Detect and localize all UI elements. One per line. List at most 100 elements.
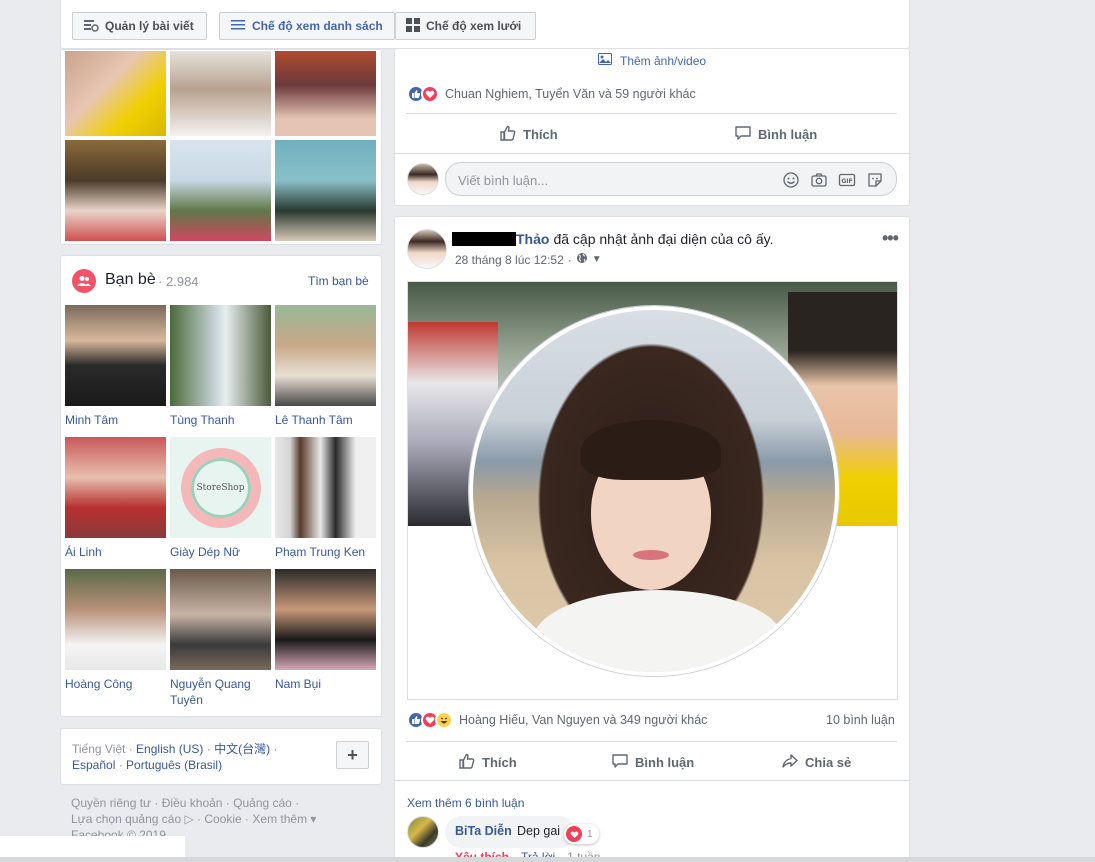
post1-like-button[interactable]: Thích	[499, 124, 558, 145]
friend-name[interactable]: Lê Thanh Tâm	[275, 412, 375, 428]
post2-like-button[interactable]: Thích	[458, 752, 517, 773]
haha-reaction-icon	[435, 711, 453, 729]
list-view-label: Chế độ xem danh sách	[252, 19, 383, 33]
post2-meta: 28 tháng 8 lúc 12:52 · ▼	[455, 252, 602, 267]
comment-icon	[734, 124, 752, 145]
footer-ads[interactable]: Quảng cáo	[233, 796, 292, 810]
commenter-avatar[interactable]	[407, 816, 439, 848]
photo-3[interactable]	[275, 51, 376, 136]
post2-timestamp[interactable]: 28 tháng 8 lúc 12:52	[455, 253, 564, 267]
photo-1[interactable]	[65, 51, 166, 136]
post2-share-button[interactable]: Chia sẻ	[781, 752, 851, 773]
photo-5[interactable]	[170, 140, 271, 241]
friend-name[interactable]: Phạm Trung Ken	[275, 544, 375, 560]
footer-privacy[interactable]: Quyền riêng tư	[71, 796, 151, 810]
comment-reaction-count: 1	[587, 828, 593, 840]
language-current: Tiếng Việt	[72, 742, 126, 756]
language-option[interactable]: Español	[72, 758, 115, 772]
privacy-caret-icon[interactable]: ▼	[592, 254, 602, 265]
friend-photo-4[interactable]	[65, 437, 166, 538]
grid-view-label: Chế độ xem lưới	[426, 19, 522, 33]
post1-like-label: Thích	[523, 127, 558, 142]
post2-comment-button[interactable]: Bình luận	[611, 752, 694, 773]
language-option[interactable]: 中文(台灣)	[214, 742, 270, 756]
post2-author-name[interactable]: Thảo	[516, 231, 549, 247]
user-avatar[interactable]	[407, 163, 439, 195]
photo-6[interactable]	[275, 140, 376, 241]
grid-view-button[interactable]: Chế độ xem lưới	[395, 12, 536, 40]
manage-posts-button[interactable]: Quản lý bài viết	[72, 12, 207, 40]
post2-reactions[interactable]: Hoàng Hiếu, Van Nguyen và 349 người khác	[407, 711, 707, 729]
camera-icon[interactable]	[810, 171, 828, 192]
thumbs-up-icon	[458, 752, 476, 773]
post2-divider-1	[406, 741, 897, 742]
post1-comment-label: Bình luận	[758, 127, 818, 142]
comment-icon	[611, 752, 629, 773]
post1-reactions[interactable]: Chuan Nghiem, Tuyển Văn và 59 người khác	[407, 85, 696, 103]
store-text: StoreShop	[196, 482, 245, 493]
friend-name[interactable]: Giày Dép Nữ	[170, 544, 270, 560]
list-view-button[interactable]: Chế độ xem danh sách	[219, 12, 395, 40]
friend-name[interactable]: Hoàng Công	[65, 676, 165, 692]
post2-divider-2	[395, 780, 909, 781]
store-wreath: StoreShop	[180, 447, 261, 528]
footer-cookies[interactable]: Cookie	[204, 812, 241, 826]
emoji-icon[interactable]	[782, 171, 800, 192]
post1-comment-button[interactable]: Bình luận	[734, 124, 817, 145]
bottom-grey-bar	[0, 857, 1095, 862]
friend-photo-2[interactable]	[170, 305, 271, 406]
post1-divider-1	[406, 113, 897, 114]
manage-posts-label: Quản lý bài viết	[105, 19, 194, 33]
friend-name[interactable]: Nguyễn Quang Tuyên	[170, 676, 260, 708]
photo-4[interactable]	[65, 140, 166, 241]
friend-photo-3[interactable]	[275, 305, 376, 406]
language-list: Tiếng Việt · English (US) · 中文(台灣) · Esp…	[72, 742, 278, 772]
add-language-button[interactable]: +	[336, 741, 369, 769]
sticker-icon[interactable]	[866, 171, 884, 192]
globe-icon[interactable]	[576, 252, 588, 267]
friend-photo-6[interactable]	[275, 437, 376, 538]
post2-author-avatar[interactable]	[407, 229, 447, 269]
svg-text:GIF: GIF	[841, 178, 852, 185]
photo-2[interactable]	[170, 51, 271, 136]
footer-terms[interactable]: Điều khoản	[162, 796, 223, 810]
comment-reaction-badge[interactable]: 1	[564, 824, 599, 844]
friends-count: 2.984	[166, 274, 199, 289]
post2-more-icon[interactable]: •••	[882, 228, 899, 249]
post2-comments-count[interactable]: 10 bình luận	[826, 713, 895, 727]
post2-header: Thảo đã cập nhật ảnh đại diện của cô ấy.	[452, 231, 773, 247]
friend-photo-5[interactable]: StoreShop	[170, 437, 271, 538]
friend-name[interactable]: Tùng Thanh	[170, 412, 270, 428]
lips	[633, 550, 669, 560]
post2-action-text: đã cập nhật ảnh đại diện của cô ấy.	[553, 231, 774, 247]
post1-comment-input[interactable]: Viết bình luận... GIF	[445, 162, 897, 196]
language-option[interactable]: Português (Brasil)	[126, 758, 222, 772]
profile-picture-circle	[469, 306, 839, 676]
friend-photo-7[interactable]	[65, 569, 166, 670]
friend-name[interactable]: Minh Tâm	[65, 412, 165, 428]
friend-photo-9[interactable]	[275, 569, 376, 670]
friend-name[interactable]: Nam Bụi	[275, 676, 375, 692]
view-more-comments-link[interactable]: Xem thêm 6 bình luận	[407, 796, 524, 810]
manage-icon	[83, 18, 99, 35]
friend-photo-8[interactable]	[170, 569, 271, 670]
find-friends-link[interactable]: Tìm bạn bè	[308, 274, 369, 288]
grid-icon	[406, 17, 420, 35]
comment-text: Dep gai	[517, 824, 561, 838]
friend-name[interactable]: Ái Linh	[65, 544, 165, 560]
footer-adchoices[interactable]: Lựa chọn quảng cáo	[71, 812, 181, 826]
friend-photo-1[interactable]	[65, 305, 166, 406]
gif-icon[interactable]: GIF	[838, 171, 856, 192]
post2-photo-frame[interactable]	[407, 281, 898, 700]
thumbs-up-icon	[499, 124, 517, 145]
commenter-name[interactable]: BiTa Diễn	[455, 824, 512, 838]
add-photo-link[interactable]: Thêm ảnh/video	[598, 53, 706, 68]
meta-dot: ·	[567, 252, 572, 267]
footer-more[interactable]: Xem thêm	[252, 812, 307, 826]
friends-title[interactable]: Bạn bè	[105, 271, 156, 289]
language-option[interactable]: English (US)	[136, 742, 203, 756]
friends-count-dot: ·	[158, 274, 163, 289]
friends-icon	[72, 269, 96, 293]
list-icon	[230, 18, 246, 35]
love-reaction-icon	[421, 85, 439, 103]
